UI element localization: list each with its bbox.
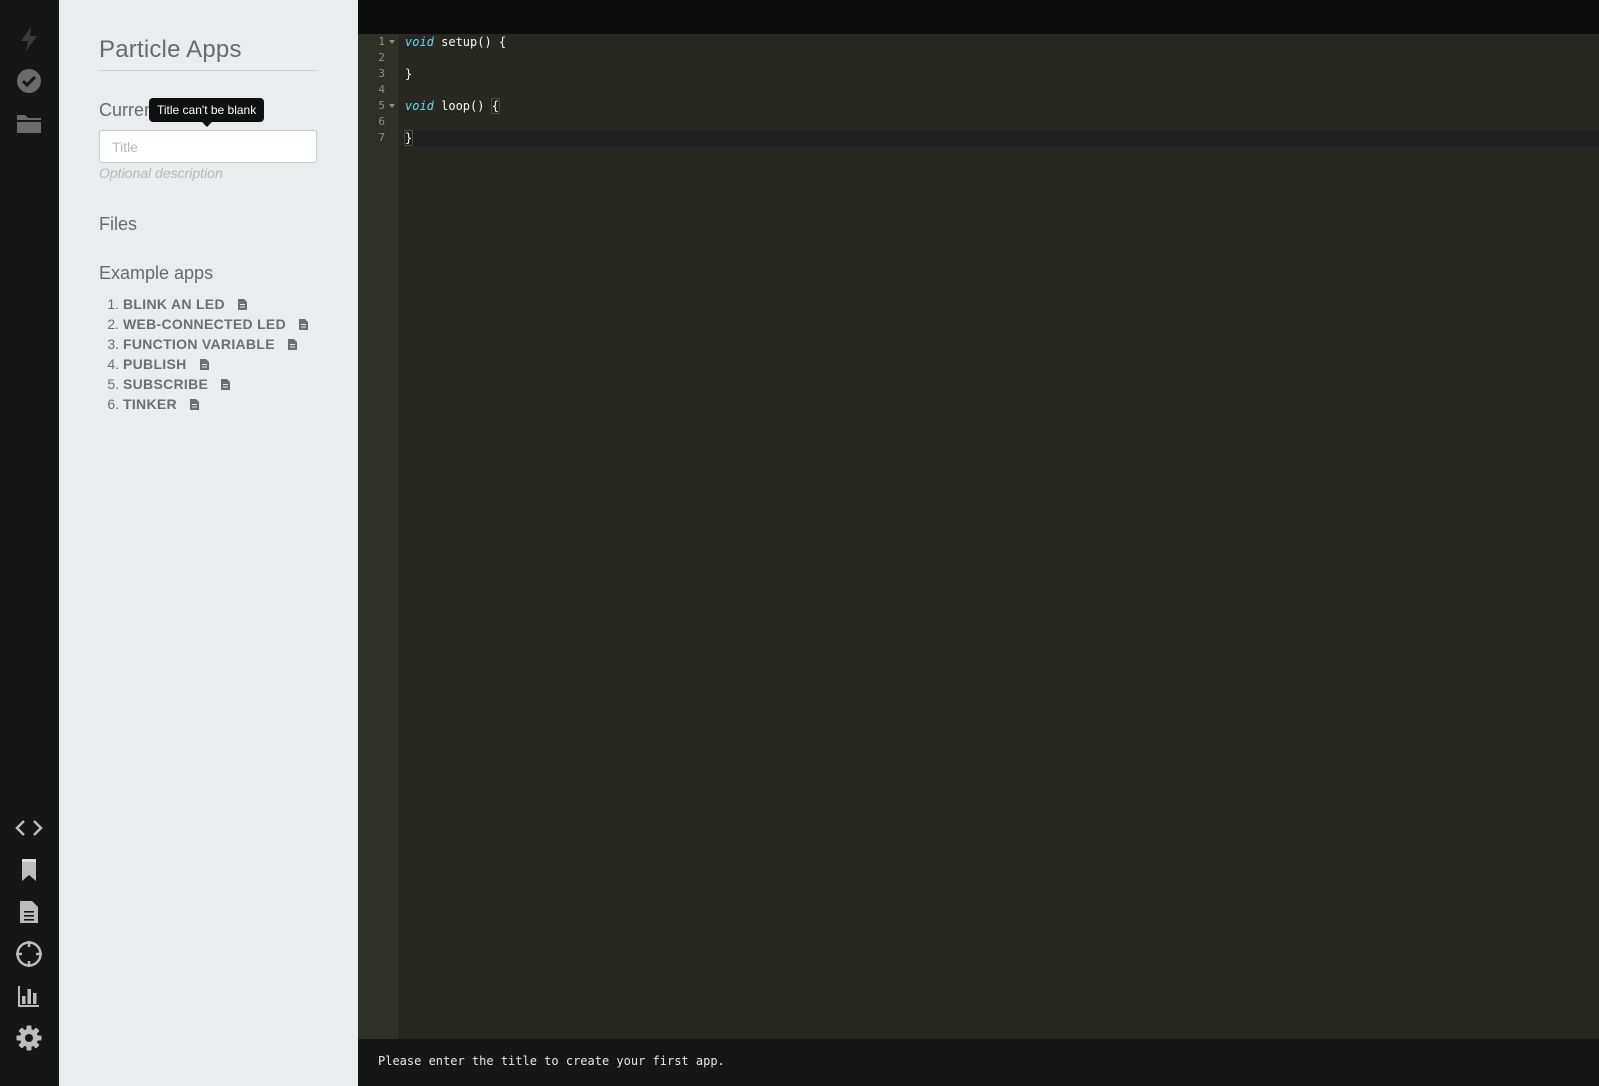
document-icon[interactable]	[12, 895, 46, 929]
line-number: 4	[378, 83, 385, 96]
example-app-link[interactable]: SUBSCRIBE	[123, 374, 208, 394]
document-icon[interactable]	[199, 358, 209, 370]
verify-icon[interactable]	[12, 64, 46, 98]
apps-sidebar: Particle Apps Curren Title can't be blan…	[59, 0, 358, 1086]
example-app-link[interactable]: TINKER	[123, 394, 177, 414]
code-line: }	[405, 67, 413, 81]
code-line: void loop() {	[405, 98, 500, 114]
text-cursor	[412, 131, 414, 146]
list-item: 2. WEB-CONNECTED LED	[99, 314, 308, 334]
page-title: Particle Apps	[99, 36, 317, 71]
line-number-gutter: 1 2 3 4 5 6 7	[358, 34, 400, 1039]
files-heading: Files	[99, 214, 138, 234]
list-item-number: 4.	[107, 356, 119, 372]
folder-icon[interactable]	[12, 106, 46, 140]
gear-icon[interactable]	[12, 1021, 46, 1055]
line-number: 5	[358, 98, 399, 114]
list-item-number: 1.	[107, 296, 119, 312]
flash-icon[interactable]	[12, 22, 46, 56]
code-line-active: }	[403, 130, 1599, 146]
example-app-link[interactable]: WEB-CONNECTED LED	[123, 314, 286, 334]
list-item: 5. SUBSCRIBE	[99, 374, 308, 394]
document-icon[interactable]	[189, 398, 199, 410]
example-app-link[interactable]: BLINK AN LED	[123, 294, 225, 314]
code-line: void setup() {	[405, 35, 507, 49]
validation-tooltip: Title can't be blank	[149, 98, 265, 127]
code-editor[interactable]: 1 2 3 4 5 6 7 void setup() { } void loop…	[358, 34, 1599, 1039]
chart-icon[interactable]	[12, 979, 46, 1013]
matched-bracket: {	[490, 98, 500, 114]
document-icon[interactable]	[237, 298, 247, 310]
line-number: 2	[378, 51, 385, 64]
line-number: 3	[378, 67, 385, 80]
list-item-number: 3.	[107, 336, 119, 352]
code-icon[interactable]	[12, 811, 46, 845]
list-item-number: 6.	[107, 396, 119, 412]
status-message: Please enter the title to create your fi…	[378, 1054, 725, 1068]
fold-arrow-icon[interactable]	[389, 40, 395, 44]
list-item-number: 2.	[107, 316, 119, 332]
line-number: 7	[378, 131, 385, 144]
status-bar: Please enter the title to create your fi…	[358, 1039, 1599, 1086]
line-number: 6	[378, 115, 385, 128]
editor-top-bar	[358, 0, 1599, 34]
line-number: 1	[358, 34, 399, 50]
example-app-link[interactable]: PUBLISH	[123, 354, 187, 374]
crosshair-icon[interactable]	[12, 937, 46, 971]
examples-heading: Example apps	[99, 263, 214, 283]
document-icon[interactable]	[287, 338, 297, 350]
description-field[interactable]: Optional description	[99, 165, 223, 181]
bookmark-icon[interactable]	[12, 853, 46, 887]
list-item-number: 5.	[107, 376, 119, 392]
document-icon[interactable]	[298, 318, 308, 330]
example-apps-list: 1. BLINK AN LED 2. WEB-CONNECTED LED 3. …	[99, 294, 308, 414]
list-item: 3. FUNCTION VARIABLE	[99, 334, 308, 354]
document-icon[interactable]	[221, 378, 231, 390]
list-item: 6. TINKER	[99, 394, 308, 414]
example-app-link[interactable]: FUNCTION VARIABLE	[123, 334, 275, 354]
icon-rail	[0, 0, 59, 1086]
fold-arrow-icon[interactable]	[389, 104, 395, 108]
current-app-heading: Curren	[99, 100, 155, 120]
app-title-input[interactable]	[99, 130, 317, 163]
list-item: 1. BLINK AN LED	[99, 294, 308, 314]
list-item: 4. PUBLISH	[99, 354, 308, 374]
